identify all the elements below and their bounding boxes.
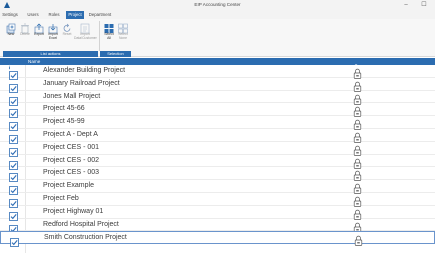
table-row[interactable]: Smith Construction Project — [0, 231, 435, 248]
project-name: Project 45-99 — [43, 118, 85, 126]
ribbon: New Delete Export Import Excel Reset Imp… — [0, 19, 435, 57]
project-name: Project A - Dept A — [43, 131, 98, 138]
info-icon — [6, 58, 13, 71]
table-row[interactable]: Project CES - 001 — [0, 142, 435, 157]
table-row[interactable]: Project A - Dept A — [0, 129, 435, 144]
reset-button[interactable]: Reset — [60, 20, 74, 45]
import-icon — [48, 21, 58, 34]
row-checkbox[interactable] — [9, 105, 18, 119]
select-none-icon — [118, 21, 128, 34]
grid-header: Name — [0, 58, 435, 71]
row-checkbox[interactable] — [9, 118, 18, 132]
tab-roles[interactable]: Roles — [47, 11, 61, 19]
row-checkbox[interactable] — [9, 67, 18, 80]
row-checkbox[interactable] — [9, 80, 18, 93]
table-row[interactable]: Redford Hospital Project — [0, 219, 435, 234]
row-checkbox[interactable] — [9, 208, 18, 221]
window-title: EIP Accounting Center — [194, 2, 241, 7]
maximize-button[interactable]: ☐ — [418, 0, 430, 10]
project-name: Alexander Building Project — [43, 67, 126, 74]
import-data-customer-button-label: Import Data/Customer — [74, 32, 97, 40]
table-row[interactable]: Project 45-99 — [0, 116, 435, 132]
table-row[interactable]: Project CES - 002 — [0, 155, 435, 170]
import-data-icon — [80, 21, 90, 34]
select-all-icon — [104, 21, 114, 33]
row-checkbox[interactable] — [10, 234, 19, 248]
table-row[interactable]: Project Highway 01 — [0, 206, 435, 221]
reset-icon — [62, 21, 72, 32]
lock-icon[interactable] — [354, 233, 363, 247]
lock-icon[interactable] — [353, 130, 362, 143]
ribbon-tabs: Settings Users Roles Project Department — [0, 10, 435, 19]
row-checkbox[interactable] — [9, 195, 18, 208]
table-row[interactable]: Jones Mall Project — [0, 91, 435, 106]
row-checkbox[interactable] — [9, 221, 18, 234]
table-row[interactable]: Alexander Building Project — [0, 65, 435, 80]
title-bar: EIP Accounting Center – ☐ — [0, 0, 435, 10]
tab-department[interactable]: Department — [87, 11, 113, 19]
row-checkbox[interactable] — [9, 131, 18, 144]
project-name: Redford Hospital Project — [43, 220, 119, 228]
lock-icon[interactable] — [353, 79, 362, 92]
lock-icon[interactable] — [353, 168, 362, 182]
lock-icon[interactable] — [353, 143, 362, 156]
row-checkbox[interactable] — [9, 182, 18, 196]
trash-icon — [20, 21, 30, 34]
table-row[interactable]: January Railroad Project — [0, 78, 435, 93]
lock-icon[interactable] — [353, 104, 362, 118]
project-name: Project CES - 001 — [43, 143, 100, 151]
column-header-name[interactable]: Name — [28, 58, 40, 65]
lock-icon[interactable] — [353, 156, 362, 169]
table-row[interactable]: Project Feb — [0, 193, 435, 208]
row-checkbox[interactable] — [9, 169, 18, 183]
import-data-customer-button[interactable]: Import Data/Customer — [74, 20, 97, 45]
lock-icon[interactable] — [353, 66, 362, 79]
tab-settings[interactable]: Settings — [2, 11, 18, 19]
select-none-button[interactable]: Select None — [116, 20, 130, 45]
table-row[interactable]: Project 45-66 — [0, 103, 435, 119]
lock-icon[interactable] — [353, 117, 362, 130]
select-none-button-label: Select None — [118, 32, 128, 40]
lock-icon[interactable] — [353, 194, 362, 207]
project-name: Project Highway 01 — [43, 207, 104, 215]
row-checkbox[interactable] — [9, 144, 18, 157]
row-checkbox[interactable] — [9, 157, 18, 170]
project-name: Project Feb — [43, 195, 79, 202]
project-name: Smith Construction Project — [44, 234, 127, 242]
row-checkbox[interactable] — [9, 93, 18, 106]
project-name: Project Example — [43, 182, 94, 190]
group-label-list-actions: List actions — [3, 51, 98, 57]
project-name: January Railroad Project — [43, 79, 120, 87]
project-name: Project 45-66 — [43, 105, 85, 113]
table-row[interactable]: Project CES - 003 — [0, 167, 435, 183]
lock-icon[interactable] — [353, 220, 362, 233]
new-project-icon — [6, 21, 16, 34]
lock-icon[interactable] — [353, 181, 362, 194]
project-name: Jones Mall Project — [43, 92, 101, 100]
lock-icon — [352, 58, 360, 71]
export-icon — [34, 21, 44, 34]
lock-icon[interactable] — [353, 92, 362, 105]
tab-project[interactable]: Project — [66, 11, 84, 19]
table-row[interactable]: Project Example — [0, 180, 435, 196]
lock-icon[interactable] — [353, 207, 362, 220]
project-name: Project CES - 003 — [43, 169, 100, 177]
project-name: Project CES - 002 — [43, 156, 100, 164]
tab-users[interactable]: Users — [26, 11, 40, 19]
group-label-selection: Selection — [100, 51, 131, 57]
minimize-button[interactable]: – — [400, 0, 412, 10]
